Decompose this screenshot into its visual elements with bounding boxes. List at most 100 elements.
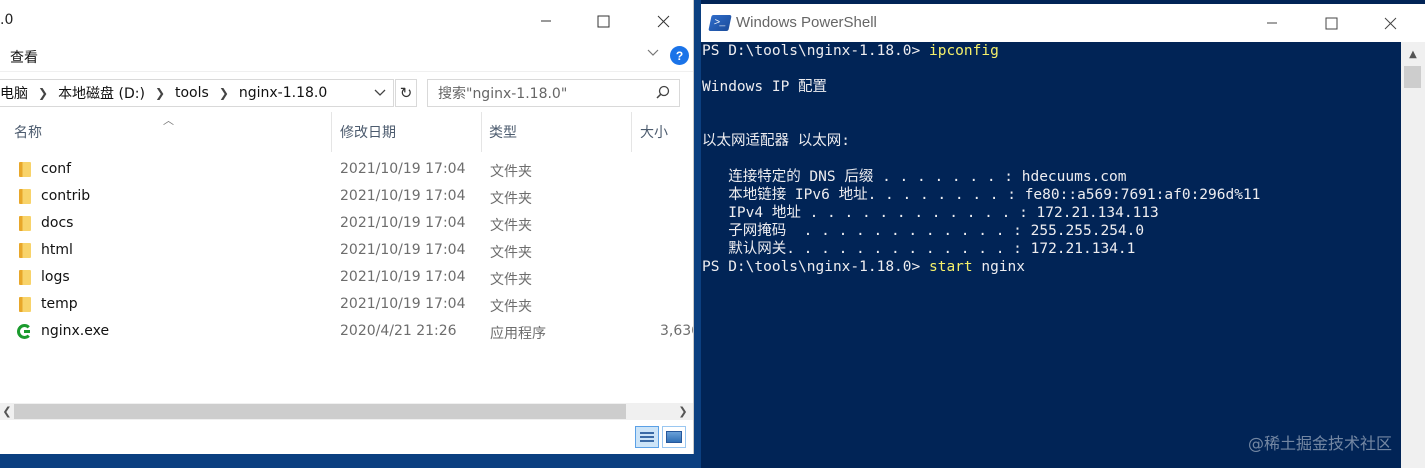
- file-date: 2021/10/19 17:04: [340, 215, 466, 231]
- terminal-line: PS D:\tools\nginx-1.18.0> start nginx: [702, 258, 1025, 276]
- ps-maximize-button[interactable]: [1308, 8, 1354, 38]
- file-size: 3,636: [660, 323, 693, 339]
- minimize-icon: [541, 20, 551, 22]
- maximize-icon: [597, 15, 609, 27]
- folder-icon: [17, 189, 33, 204]
- horizontal-scrollbar[interactable]: ❮ ❯: [0, 403, 693, 420]
- window-title: .0: [0, 12, 14, 28]
- desktop: .0 查看 ? 电脑 ❯ 本地磁盘 (D:) ❯ tools ❯ nginx-1…: [0, 0, 1425, 468]
- ps-close-button[interactable]: [1367, 8, 1413, 38]
- column-name-label: 名称: [14, 125, 42, 141]
- file-type: 文件夹: [490, 272, 532, 288]
- terminal-line: 本地链接 IPv6 地址. . . . . . . . : fe80::a569…: [702, 187, 1261, 203]
- refresh-icon: ↻: [399, 84, 413, 102]
- help-button[interactable]: ?: [670, 46, 689, 65]
- file-date: 2021/10/19 17:04: [340, 161, 466, 177]
- details-view-button[interactable]: [635, 426, 659, 448]
- file-type: 应用程序: [490, 326, 546, 342]
- scrollbar-thumb[interactable]: [14, 404, 626, 419]
- file-name: temp: [41, 296, 78, 312]
- column-size-label: 大小: [640, 125, 668, 141]
- chevron-down-icon: [647, 49, 659, 56]
- ps-minimize-button[interactable]: [1249, 8, 1295, 38]
- terminal-line: 以太网适配器 以太网:: [702, 133, 850, 149]
- column-type-label: 类型: [489, 125, 517, 141]
- file-name: conf: [41, 161, 72, 177]
- close-button[interactable]: [640, 6, 686, 36]
- scroll-up-icon[interactable]: ▲: [1401, 46, 1425, 62]
- file-date: 2020/4/21 21:26: [340, 323, 457, 339]
- powershell-titlebar[interactable]: >_ Windows PowerShell: [701, 4, 1425, 42]
- refresh-button[interactable]: ↻: [395, 79, 417, 107]
- chevron-right-icon[interactable]: ❯: [155, 86, 165, 100]
- chevron-right-icon[interactable]: ❯: [38, 86, 48, 100]
- column-size[interactable]: 大小: [632, 112, 693, 152]
- file-name: docs: [41, 215, 74, 231]
- breadcrumb-drive-d[interactable]: 本地磁盘 (D:): [58, 83, 145, 103]
- scroll-right-icon[interactable]: ❯: [676, 403, 690, 420]
- address-row: 电脑 ❯ 本地磁盘 (D:) ❯ tools ❯ nginx-1.18.0 ↻ …: [0, 76, 693, 110]
- close-icon: [1384, 17, 1396, 29]
- minimize-button[interactable]: [523, 6, 569, 36]
- help-icon: ?: [675, 48, 684, 63]
- column-type[interactable]: 类型: [482, 112, 632, 152]
- search-input[interactable]: 搜索"nginx-1.18.0": [427, 79, 680, 107]
- file-date: 2021/10/19 17:04: [340, 242, 466, 258]
- folder-icon: [17, 270, 33, 285]
- powershell-window: >_ Windows PowerShell PS D:\tools\nginx-…: [701, 0, 1425, 468]
- close-icon: [657, 15, 669, 27]
- details-view-icon: [640, 431, 654, 443]
- column-date-modified[interactable]: 修改日期: [332, 112, 482, 152]
- folder-icon: [17, 162, 33, 177]
- file-row[interactable]: temp 2021/10/19 17:04 文件夹: [0, 292, 693, 319]
- file-name: html: [41, 242, 73, 258]
- maximize-button[interactable]: [580, 6, 626, 36]
- file-row[interactable]: docs 2021/10/19 17:04 文件夹: [0, 211, 693, 238]
- chevron-right-icon[interactable]: ❯: [219, 86, 229, 100]
- breadcrumb-nginx[interactable]: nginx-1.18.0: [239, 85, 327, 101]
- column-name[interactable]: 名称: [0, 112, 332, 152]
- terminal-line: PS D:\tools\nginx-1.18.0> ipconfig: [702, 42, 999, 60]
- file-row[interactable]: conf 2021/10/19 17:04 文件夹: [0, 157, 693, 184]
- prompt: PS D:\tools\nginx-1.18.0>: [702, 43, 929, 59]
- command-argument: nginx: [972, 259, 1026, 275]
- address-history-dropdown[interactable]: [374, 86, 386, 101]
- file-explorer-window: .0 查看 ? 电脑 ❯ 本地磁盘 (D:) ❯ tools ❯ nginx-1…: [0, 0, 694, 454]
- terminal-output[interactable]: PS D:\tools\nginx-1.18.0> ipconfig Windo…: [701, 42, 1401, 468]
- file-row[interactable]: logs 2021/10/19 17:04 文件夹: [0, 265, 693, 292]
- file-name: nginx.exe: [41, 323, 110, 339]
- powershell-icon: >_: [708, 15, 732, 31]
- breadcrumb-pc[interactable]: 电脑: [0, 83, 28, 103]
- file-name: contrib: [41, 188, 91, 204]
- file-name: logs: [41, 269, 70, 285]
- file-row[interactable]: html 2021/10/19 17:04 文件夹: [0, 238, 693, 265]
- folder-icon: [17, 216, 33, 231]
- search-icon[interactable]: [656, 85, 670, 103]
- file-row[interactable]: contrib 2021/10/19 17:04 文件夹: [0, 184, 693, 211]
- maximize-icon: [1325, 17, 1337, 29]
- terminal-line: 默认网关. . . . . . . . . . . . . : 172.21.1…: [702, 241, 1136, 257]
- menu-view[interactable]: 查看: [10, 47, 38, 67]
- file-type: 文件夹: [490, 299, 532, 315]
- scrollbar-thumb[interactable]: [1404, 66, 1421, 88]
- watermark: @稀土掘金技术社区: [1248, 434, 1393, 453]
- terminal-line: Windows IP 配置: [702, 79, 828, 95]
- chevron-down-icon: [374, 89, 386, 96]
- minimize-icon: [1267, 22, 1277, 24]
- large-icons-view-button[interactable]: [662, 426, 686, 448]
- explorer-titlebar[interactable]: .0: [0, 0, 693, 40]
- address-bar[interactable]: 电脑 ❯ 本地磁盘 (D:) ❯ tools ❯ nginx-1.18.0: [0, 79, 394, 107]
- scroll-left-icon[interactable]: ❮: [0, 403, 14, 420]
- command: ipconfig: [928, 43, 999, 59]
- nginx-exe-icon: [17, 324, 33, 339]
- folder-icon: [17, 297, 33, 312]
- file-type: 文件夹: [490, 218, 532, 234]
- command: start: [928, 259, 973, 275]
- file-type: 文件夹: [490, 245, 532, 261]
- breadcrumb-tools[interactable]: tools: [175, 85, 209, 101]
- ribbon-expand-button[interactable]: [646, 46, 664, 64]
- column-date-label: 修改日期: [340, 125, 396, 141]
- vertical-scrollbar[interactable]: ▲: [1401, 42, 1425, 468]
- file-row[interactable]: nginx.exe 2020/4/21 21:26 应用程序 3,636: [0, 319, 693, 346]
- folder-icon: [17, 243, 33, 258]
